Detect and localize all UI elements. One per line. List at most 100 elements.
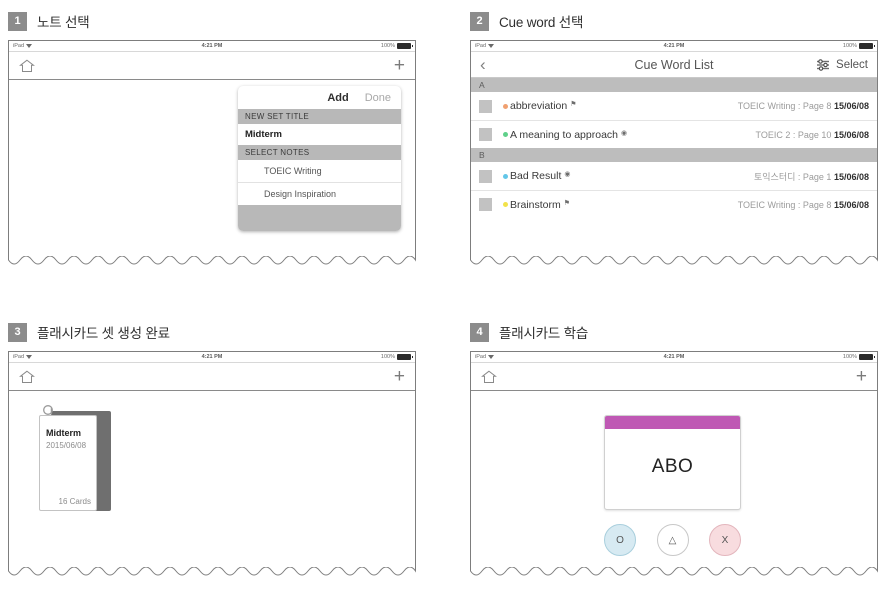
bookmark-flag-icon: ⚑	[570, 101, 577, 108]
record-circle-icon: ◉	[621, 129, 628, 137]
status-time: 4:21 PM	[201, 354, 223, 360]
row-meta: TOEIC Writing : Page 8 15/06/08	[738, 200, 869, 210]
table-row[interactable]: Bad Result ◉ 토익스터디 : Page 1 15/06/08	[471, 162, 877, 190]
home-icon[interactable]	[19, 59, 35, 73]
navigation-bar: ‹ Cue Word List Select	[471, 52, 877, 78]
app-toolbar: +	[9, 363, 415, 391]
checkbox-unchecked[interactable]	[479, 99, 492, 113]
step-title: 플래시카드 셋 생성 완료	[37, 326, 170, 341]
checkbox-unchecked[interactable]	[479, 198, 492, 211]
cue-word-text: abbreviation	[510, 100, 568, 112]
row-source: TOEIC Writing : Page 8	[737, 101, 832, 111]
section-header-a: A	[471, 78, 877, 92]
battery-percent: 100%	[380, 354, 395, 360]
flashcard-header-bar	[605, 416, 740, 429]
panel-header: 2 Cue word 선택	[470, 10, 880, 32]
set-date: 2015/06/08	[46, 441, 87, 450]
select-button[interactable]: Select	[836, 59, 868, 71]
section-header-new-set-title: NEW SET TITLE	[238, 109, 401, 124]
status-right: 100%	[380, 354, 413, 360]
torn-paper-edge	[470, 256, 878, 265]
checkbox-unchecked[interactable]	[479, 169, 492, 183]
flashcard-set-item[interactable]: Midterm 2015/06/08 16 Cards	[39, 405, 111, 511]
color-dot	[503, 202, 508, 207]
battery-full-icon	[859, 354, 875, 360]
status-bar: iPad 4:21 PM 100%	[9, 352, 415, 363]
chevron-left-icon[interactable]: ‹	[480, 56, 486, 73]
status-time: 4:21 PM	[663, 354, 685, 360]
cue-word-label: Brainstorm ⚑	[503, 199, 570, 211]
plus-icon[interactable]: +	[394, 367, 405, 386]
checkbox-unchecked[interactable]	[479, 128, 492, 141]
answer-buttons: O △ X	[604, 524, 741, 556]
note-item-design-inspiration[interactable]: Design Inspiration	[238, 182, 401, 205]
answer-wrong-glyph: X	[721, 534, 729, 546]
battery-full-icon	[397, 43, 413, 49]
row-source: 토익스터디 : Page 1	[754, 171, 832, 182]
torn-paper-edge	[8, 256, 416, 265]
step-badge: 3	[8, 322, 27, 342]
popover-footer	[238, 205, 401, 231]
add-set-popover: Add Done NEW SET TITLE Midterm SELECT NO…	[238, 86, 401, 231]
done-button[interactable]: Done	[365, 92, 391, 104]
device-frame: iPad 4:21 PM 100% + ABO O △ X	[470, 351, 878, 606]
status-time: 4:21 PM	[201, 43, 223, 49]
set-card-count: 16 Cards	[58, 497, 91, 506]
status-bar: iPad 4:21 PM 100%	[9, 41, 415, 52]
cue-word-label: abbreviation ⚑	[503, 100, 577, 112]
cue-word-text: A meaning to approach	[510, 128, 618, 141]
step-title: Cue word 선택	[499, 15, 584, 30]
set-title: Midterm	[46, 428, 82, 438]
battery-percent: 100%	[842, 43, 857, 49]
record-circle-icon: ◉	[564, 171, 571, 178]
app-toolbar: +	[471, 363, 877, 391]
battery-percent: 100%	[380, 43, 395, 49]
status-bar: iPad 4:21 PM 100%	[471, 352, 877, 363]
ring-binder-icon	[43, 405, 53, 415]
flashcard[interactable]: ABO	[604, 415, 741, 510]
row-meta: TOEIC Writing : Page 8 15/06/08	[738, 101, 869, 111]
home-icon[interactable]	[19, 370, 35, 384]
status-right: 100%	[842, 354, 875, 360]
cue-word-text: Bad Result	[510, 170, 562, 182]
panel-flashcard-study: 4 플래시카드 학습 iPad 4:21 PM 100% + ABO O △ X	[470, 321, 880, 606]
row-date: 15/06/08	[833, 129, 869, 140]
device-frame: iPad 4:21 PM 100% + Midterm 2015/06/08 1…	[8, 351, 416, 606]
filter-sliders-icon[interactable]	[816, 58, 830, 71]
status-right: 100%	[842, 43, 875, 49]
answer-partial-button[interactable]: △	[656, 524, 689, 556]
row-date: 15/06/08	[833, 171, 869, 182]
bookmark-flag-icon: ⚑	[563, 199, 571, 207]
step-title: 플래시카드 학습	[499, 326, 589, 341]
wireframe-board: 1 노트 선택 iPad 4:21 PM 100% + Add Done NEW…	[0, 0, 892, 607]
home-icon[interactable]	[481, 370, 497, 384]
color-dot	[503, 132, 508, 137]
row-source: TOEIC Writing : Page 8	[737, 199, 832, 210]
note-item-toeic-writing[interactable]: TOEIC Writing	[238, 160, 401, 182]
answer-wrong-button[interactable]: X	[709, 524, 741, 556]
plus-icon[interactable]: +	[856, 367, 867, 386]
battery-full-icon	[397, 354, 413, 360]
table-row[interactable]: Brainstorm ⚑ TOEIC Writing : Page 8 15/0…	[471, 190, 877, 218]
panel-header: 4 플래시카드 학습	[470, 321, 880, 343]
row-date: 15/06/08	[833, 101, 869, 111]
battery-percent: 100%	[842, 354, 857, 360]
torn-paper-edge	[470, 567, 878, 576]
step-badge: 4	[470, 322, 489, 342]
cue-word-label: Bad Result ◉	[503, 170, 570, 182]
panel-header: 1 노트 선택	[8, 10, 418, 32]
step-title: 노트 선택	[37, 15, 90, 30]
add-button[interactable]: Add	[327, 92, 348, 104]
set-title-input[interactable]: Midterm	[238, 124, 401, 145]
row-meta: 토익스터디 : Page 1 15/06/08	[754, 170, 869, 183]
step-badge: 2	[470, 11, 489, 31]
table-row[interactable]: abbreviation ⚑ TOEIC Writing : Page 8 15…	[471, 92, 877, 120]
step-badge: 1	[8, 11, 27, 31]
color-dot	[503, 103, 508, 109]
panel-cue-word-selection: 2 Cue word 선택 iPad 4:21 PM 100% ‹ Cue Wo…	[470, 10, 880, 293]
answer-correct-button[interactable]: O	[604, 524, 636, 556]
row-source: TOEIC 2 : Page 10	[755, 129, 832, 140]
plus-icon[interactable]: +	[394, 56, 405, 75]
table-row[interactable]: A meaning to approach ◉ TOEIC 2 : Page 1…	[471, 120, 877, 148]
battery-full-icon	[859, 43, 875, 49]
